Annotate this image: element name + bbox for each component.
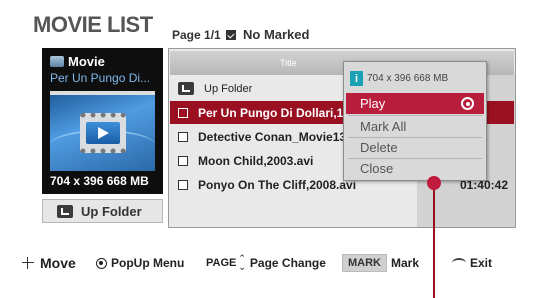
page-title: MOVIE LIST bbox=[33, 12, 153, 37]
marked-status-text: No Marked bbox=[243, 27, 310, 42]
preview-resolution: 704 x 396 668 MB bbox=[50, 174, 149, 188]
preview-panel: Movie Per Un Pungo Di... 704 x 396 668 M… bbox=[42, 48, 163, 194]
up-folder-button[interactable]: Up Folder bbox=[42, 199, 163, 223]
popup-item-label: Play bbox=[360, 96, 386, 111]
film-icon bbox=[80, 113, 126, 153]
popup-item-label: Mark All bbox=[360, 119, 407, 134]
pointer-line bbox=[433, 182, 435, 298]
marked-status: No Marked bbox=[226, 27, 309, 42]
page-button-icon: PAGE ⌃ ⌄ bbox=[206, 254, 246, 272]
guide-page-change-label: Page Change bbox=[249, 256, 326, 270]
preview-filename: Per Un Pungo Di... bbox=[50, 71, 151, 85]
page-up-down-icon: ⌃ ⌄ bbox=[238, 253, 246, 272]
up-folder-icon bbox=[178, 82, 194, 95]
popup-info-text: 704 x 396 668 MB bbox=[367, 73, 449, 84]
list-item-label: Per Un Pungo Di Dollari,19 bbox=[198, 105, 351, 120]
movie-icon bbox=[50, 56, 64, 67]
checkbox-icon bbox=[226, 29, 236, 40]
directional-pad-icon bbox=[20, 255, 36, 271]
list-item-label: Ponyo On The Cliff,2008.avi bbox=[198, 177, 357, 192]
popup-item-delete[interactable]: Delete bbox=[346, 137, 484, 158]
video-thumbnail bbox=[50, 91, 155, 171]
pointer-dot bbox=[427, 176, 441, 190]
movie-list-screen: MOVIE LIST Page 1/1 No Marked Movie Per … bbox=[0, 0, 540, 298]
guide-move-label: Move bbox=[40, 255, 76, 271]
popup-item-label: Close bbox=[360, 161, 394, 176]
radio-selected-icon bbox=[461, 97, 474, 110]
page-indicator: Page 1/1 bbox=[172, 28, 221, 42]
play-icon bbox=[86, 122, 120, 144]
up-folder-button-label: Up Folder bbox=[81, 203, 142, 219]
page-button-label: PAGE bbox=[206, 257, 237, 269]
popup-item-label: Delete bbox=[360, 140, 398, 155]
preview-heading-text: Movie bbox=[68, 54, 105, 69]
mark-button-badge: MARK bbox=[342, 254, 387, 272]
row-checkbox[interactable] bbox=[178, 131, 188, 142]
guide-move: Move bbox=[20, 252, 76, 274]
row-checkbox[interactable] bbox=[178, 107, 188, 118]
popup-item-play[interactable]: Play bbox=[346, 93, 484, 114]
button-guide: Move PopUp Menu PAGE ⌃ ⌄ Page Change MARK… bbox=[0, 252, 540, 274]
guide-mark: MARK Mark bbox=[342, 252, 419, 274]
ok-button-icon bbox=[96, 257, 107, 269]
guide-page-change: PAGE ⌃ ⌄ Page Change bbox=[206, 252, 326, 274]
list-item-label: Moon Child,2003.avi bbox=[198, 153, 314, 168]
popup-menu: i 704 x 396 668 MB Play Mark All Delete … bbox=[343, 61, 487, 181]
guide-exit: Exit bbox=[452, 252, 492, 274]
guide-exit-label: Exit bbox=[470, 256, 493, 270]
up-folder-icon bbox=[57, 204, 73, 218]
guide-popup-menu: PopUp Menu bbox=[96, 252, 184, 274]
popup-item-close[interactable]: Close bbox=[346, 158, 484, 179]
popup-item-mark-all[interactable]: Mark All bbox=[346, 116, 484, 137]
row-checkbox[interactable] bbox=[178, 155, 188, 166]
preview-heading: Movie bbox=[50, 54, 105, 69]
info-icon: i bbox=[350, 71, 363, 86]
guide-popup-menu-label: PopUp Menu bbox=[111, 256, 185, 270]
popup-info: i 704 x 396 668 MB bbox=[350, 70, 448, 87]
exit-icon bbox=[452, 258, 466, 268]
list-item-label: Up Folder bbox=[204, 82, 253, 95]
guide-mark-label: Mark bbox=[391, 256, 420, 270]
list-item-label: Detective Conan_Movie13- bbox=[198, 129, 351, 144]
row-checkbox[interactable] bbox=[178, 179, 188, 190]
